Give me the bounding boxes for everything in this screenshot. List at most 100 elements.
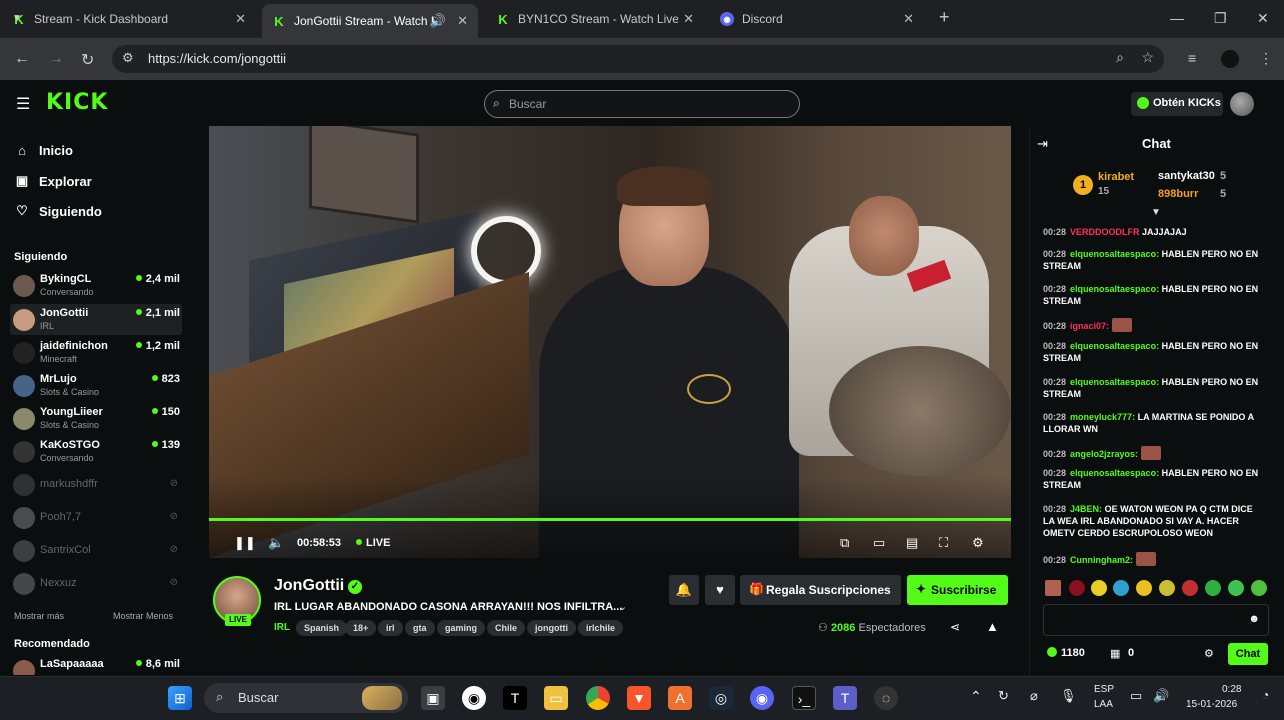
stream-tag[interactable]: 18+ bbox=[345, 620, 377, 636]
clock-date[interactable]: 15-01-2026 bbox=[1186, 699, 1237, 710]
offline-channel[interactable]: Pooh7,7 ⊘ bbox=[10, 502, 182, 533]
top-gifter-name[interactable]: kirabet bbox=[1098, 171, 1134, 183]
theater-mode-icon[interactable]: ▤ bbox=[906, 535, 918, 551]
stream-category[interactable]: IRL bbox=[274, 622, 290, 633]
collapse-chat-icon[interactable]: ⇥ bbox=[1037, 136, 1048, 152]
pause-icon[interactable]: ❚❚ bbox=[234, 535, 256, 551]
offline-channel[interactable]: markushdffr ⊘ bbox=[10, 469, 182, 500]
teams-icon[interactable]: T bbox=[833, 686, 857, 710]
chat-input[interactable]: ☻ bbox=[1043, 604, 1269, 636]
notification-icon[interactable]: ◔ bbox=[1262, 688, 1269, 702]
emote-icon[interactable] bbox=[1205, 580, 1221, 596]
reload-icon[interactable]: ↻ bbox=[81, 50, 94, 70]
windows-start-icon[interactable]: ⊞ bbox=[168, 686, 192, 710]
stream-tag[interactable]: irl bbox=[378, 620, 403, 636]
following-channel[interactable]: JonGottii IRL 2,1 mil bbox=[10, 304, 182, 335]
emote-icon[interactable] bbox=[1228, 580, 1244, 596]
keyboard-layout[interactable]: LAA bbox=[1094, 699, 1113, 710]
volume-icon[interactable]: 🔊 bbox=[1153, 688, 1169, 704]
miniplayer-icon[interactable]: ▭ bbox=[873, 535, 885, 551]
obs-icon[interactable]: ◉ bbox=[462, 686, 486, 710]
clip-icon[interactable]: ⧉ bbox=[840, 535, 849, 551]
file-explorer-icon[interactable]: ▭ bbox=[544, 686, 568, 710]
video-progress-bar[interactable] bbox=[209, 518, 1011, 521]
tray-chevron-up-icon[interactable]: ⌃ bbox=[970, 688, 982, 705]
stream-tag[interactable]: Spanish bbox=[296, 620, 348, 636]
tab-kick-dashboard[interactable]: K Stream - Kick Dashboard ✕ bbox=[2, 4, 256, 34]
following-channel[interactable]: YoungLiieer Slots & Casino 150 bbox=[10, 403, 182, 434]
task-view-icon[interactable]: ▣ bbox=[421, 686, 445, 710]
emote-icon[interactable] bbox=[1159, 580, 1175, 596]
kicks-balance[interactable]: 1180 bbox=[1047, 647, 1085, 659]
get-kicks-button[interactable]: Obtén KICKs bbox=[1131, 92, 1223, 116]
chat-settings-icon[interactable]: ⚙ bbox=[1204, 647, 1214, 660]
report-warning-icon[interactable]: ▲ bbox=[986, 619, 999, 634]
hamburger-menu-icon[interactable]: ☰ bbox=[16, 94, 30, 114]
back-icon[interactable]: ← bbox=[14, 50, 30, 68]
input-language[interactable]: ESP bbox=[1094, 684, 1114, 695]
stream-tag[interactable]: Chile bbox=[487, 620, 526, 636]
clock-time[interactable]: 0:28 bbox=[1222, 684, 1241, 695]
search-input[interactable]: ⌕ Buscar bbox=[484, 90, 800, 118]
user-avatar[interactable] bbox=[1230, 92, 1254, 116]
following-channel[interactable]: MrLujo Slots & Casino 823 bbox=[10, 370, 182, 401]
sidebar-item-siguiendo[interactable]: ♡ Siguiendo bbox=[14, 203, 102, 219]
tab-search-icon[interactable]: ▼ bbox=[12, 13, 22, 24]
volume-icon[interactable]: 🔈 bbox=[268, 535, 284, 551]
send-chat-button[interactable]: Chat bbox=[1228, 643, 1268, 665]
recommended-channel[interactable]: LaSapaaaaa 8,6 mil bbox=[10, 655, 182, 675]
emote-icon[interactable] bbox=[1251, 580, 1267, 596]
show-more-button[interactable]: Mostrar más bbox=[14, 611, 64, 621]
zoom-icon[interactable]: ⌕ bbox=[1116, 49, 1124, 66]
stream-tag[interactable]: jongotti bbox=[527, 620, 576, 636]
emote-icon[interactable] bbox=[1069, 580, 1085, 596]
terminal-icon[interactable]: ›_ bbox=[792, 686, 816, 710]
close-icon[interactable]: ✕ bbox=[683, 11, 694, 27]
sidebar-item-explorar[interactable]: ▣ Explorar bbox=[14, 173, 92, 189]
show-less-button[interactable]: Mostrar Menos bbox=[113, 611, 173, 621]
site-info-icon[interactable]: ⚙ bbox=[122, 50, 134, 66]
maximize-icon[interactable]: ❐ bbox=[1214, 10, 1227, 27]
channel-name[interactable]: JonGottii bbox=[274, 577, 344, 595]
emote-icon[interactable] bbox=[1045, 580, 1061, 596]
stream-tag[interactable]: irlchile bbox=[578, 620, 624, 636]
gifter-name[interactable]: santykat30 bbox=[1158, 170, 1215, 182]
app-icon[interactable]: A bbox=[668, 686, 692, 710]
kick-logo[interactable]: KICK bbox=[46, 90, 108, 115]
following-channel[interactable]: KaKoSTGO Conversando 139 bbox=[10, 436, 182, 467]
minimize-icon[interactable]: — bbox=[1170, 10, 1184, 26]
bookmark-star-icon[interactable]: ☆ bbox=[1141, 49, 1154, 66]
steam-icon[interactable]: ◎ bbox=[709, 686, 733, 710]
notification-bell-button[interactable]: 🔔 bbox=[669, 575, 699, 605]
emote-icon[interactable] bbox=[1113, 580, 1129, 596]
media-control-icon[interactable]: ≡ bbox=[1188, 50, 1196, 66]
video-player[interactable] bbox=[209, 126, 1011, 558]
tiktok-live-icon[interactable]: T bbox=[503, 686, 527, 710]
tab-byn1co[interactable]: K BYN1CO Stream - Watch Live o ✕ bbox=[486, 4, 704, 34]
stream-tag[interactable]: gaming bbox=[437, 620, 486, 636]
chevron-down-icon[interactable]: ⌄ bbox=[618, 600, 627, 613]
new-tab-icon[interactable]: + bbox=[939, 7, 950, 28]
app-circle-icon[interactable]: ◌ bbox=[874, 686, 898, 710]
chevron-down-icon[interactable]: ▼ bbox=[1151, 207, 1161, 218]
gift-icon[interactable]: ▦ bbox=[1110, 647, 1120, 660]
network-icon[interactable]: ⌀ bbox=[1030, 688, 1038, 704]
share-icon[interactable]: ⋖ bbox=[950, 620, 960, 634]
following-channel[interactable]: BykingCL Conversando 2,4 mil bbox=[10, 270, 182, 301]
url-field[interactable]: ⚙ https://kick.com/jongottii ⌕ ☆ bbox=[112, 45, 1164, 73]
fullscreen-icon[interactable]: ⛶ bbox=[939, 535, 948, 551]
discord-icon[interactable]: ◉ bbox=[750, 686, 774, 710]
offline-channel[interactable]: SantrixCol ⊘ bbox=[10, 535, 182, 566]
speaker-icon[interactable]: 🔊 bbox=[430, 13, 446, 29]
window-close-icon[interactable]: ✕ bbox=[1257, 10, 1269, 27]
emote-icon[interactable] bbox=[1091, 580, 1107, 596]
browser-menu-icon[interactable]: ⋮ bbox=[1259, 50, 1273, 67]
following-channel[interactable]: jaidefinichon Minecraft 1,2 mil bbox=[10, 337, 182, 368]
settings-gear-icon[interactable]: ⚙ bbox=[972, 535, 984, 551]
close-icon[interactable]: ✕ bbox=[235, 11, 246, 27]
forward-icon[interactable]: → bbox=[48, 50, 64, 68]
emoji-picker-icon[interactable]: ☻ bbox=[1248, 613, 1260, 625]
gift-subs-button[interactable]: 🎁 Regala Suscripciones bbox=[740, 575, 901, 605]
close-icon[interactable]: ✕ bbox=[903, 11, 914, 27]
stream-tag[interactable]: gta bbox=[405, 620, 435, 636]
